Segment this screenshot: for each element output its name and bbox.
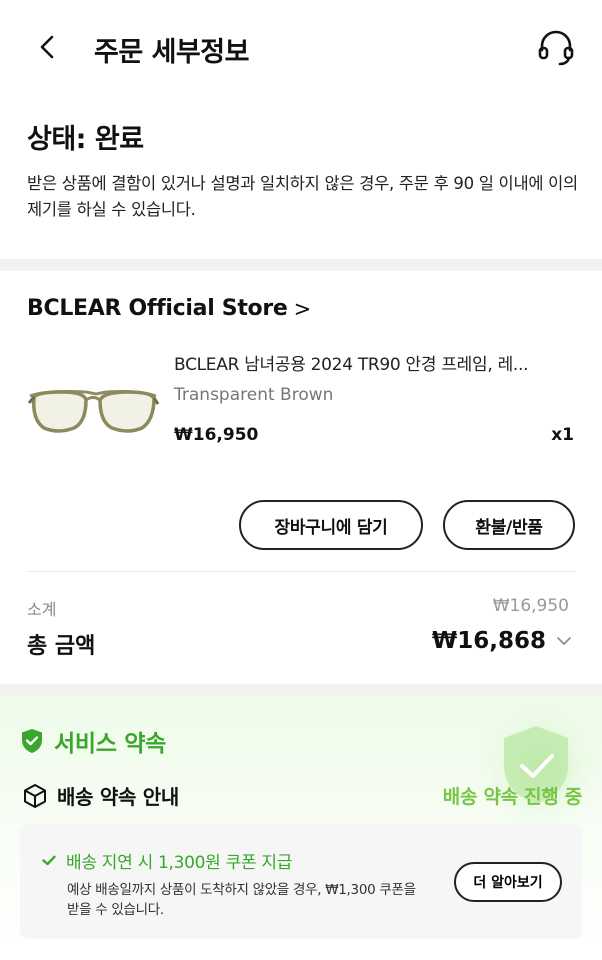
check-icon — [42, 855, 56, 866]
promise-description: 예상 배송일까지 상품이 도착하지 않았을 경우, ₩1,300 쿠폰을 받을 … — [67, 882, 416, 918]
refund-return-button[interactable]: 환불/반품 — [443, 500, 575, 550]
delay-coupon-card: 배송 지연 시 1,300원 쿠폰 지급 예상 배송일까지 상품이 도착하지 않… — [20, 824, 582, 939]
product-variant: Transparent Brown — [174, 385, 334, 405]
service-title-text: 서비스 약속 — [54, 731, 167, 757]
section-divider — [0, 259, 602, 271]
package-icon — [24, 783, 46, 808]
divider — [27, 571, 575, 572]
product-price: ₩16,950 — [174, 425, 259, 445]
headset-icon — [538, 30, 574, 66]
store-link[interactable]: BCLEAR Official Store > — [27, 296, 311, 321]
dispute-notice-text: 받은 상품에 결함이 있거나 설명과 일치하지 않은 경우, 주문 후 90 일… — [27, 174, 578, 219]
promise-title-text: 배송 지연 시 1,300원 쿠폰 지급 — [66, 853, 293, 873]
delivery-promise-row: 배송 약속 안내 — [22, 781, 179, 810]
back-button[interactable] — [30, 30, 64, 64]
total-value: ₩16,868 — [431, 628, 546, 654]
total-label: 총 금액 — [27, 634, 96, 659]
learn-more-button[interactable]: 더 알아보기 — [454, 862, 562, 902]
product-quantity: x1 — [551, 425, 574, 445]
service-promise-title: 서비스 약속 — [20, 724, 166, 758]
add-to-cart-button[interactable]: 장바구니에 담기 — [239, 500, 423, 550]
subtotal-label: 소계 — [27, 600, 57, 619]
service-promise-section: 서비스 약속 배송 약속 안내 배송 약속 진행 중 배송 지연 시 1,300… — [0, 696, 602, 960]
page-title: 주문 세부정보 — [94, 37, 249, 68]
chevron-right-icon: > — [293, 296, 312, 321]
product-title[interactable]: BCLEAR 남녀공용 2024 TR90 안경 프레임, 레... — [174, 350, 574, 375]
customer-support-button[interactable] — [536, 27, 576, 67]
chevron-left-icon — [40, 35, 54, 59]
header-bar: 주문 세부정보 — [0, 0, 602, 96]
section-divider — [0, 684, 602, 696]
subtotal-value: ₩16,950 — [492, 596, 569, 616]
chevron-down-icon — [557, 637, 571, 645]
glasses-image — [27, 390, 160, 433]
shield-check-icon — [22, 729, 42, 753]
order-status-title: 상태: 완료 — [27, 124, 144, 155]
product-image[interactable] — [26, 370, 160, 450]
promise-title: 배송 지연 시 1,300원 쿠폰 지급 — [42, 848, 292, 873]
total-amount-toggle[interactable]: ₩16,868 — [432, 628, 572, 654]
delivery-promise-status: 배송 약속 진행 중 — [442, 786, 583, 808]
delivery-promise-label: 배송 약속 안내 — [57, 785, 179, 809]
store-name: BCLEAR Official Store — [27, 296, 288, 321]
